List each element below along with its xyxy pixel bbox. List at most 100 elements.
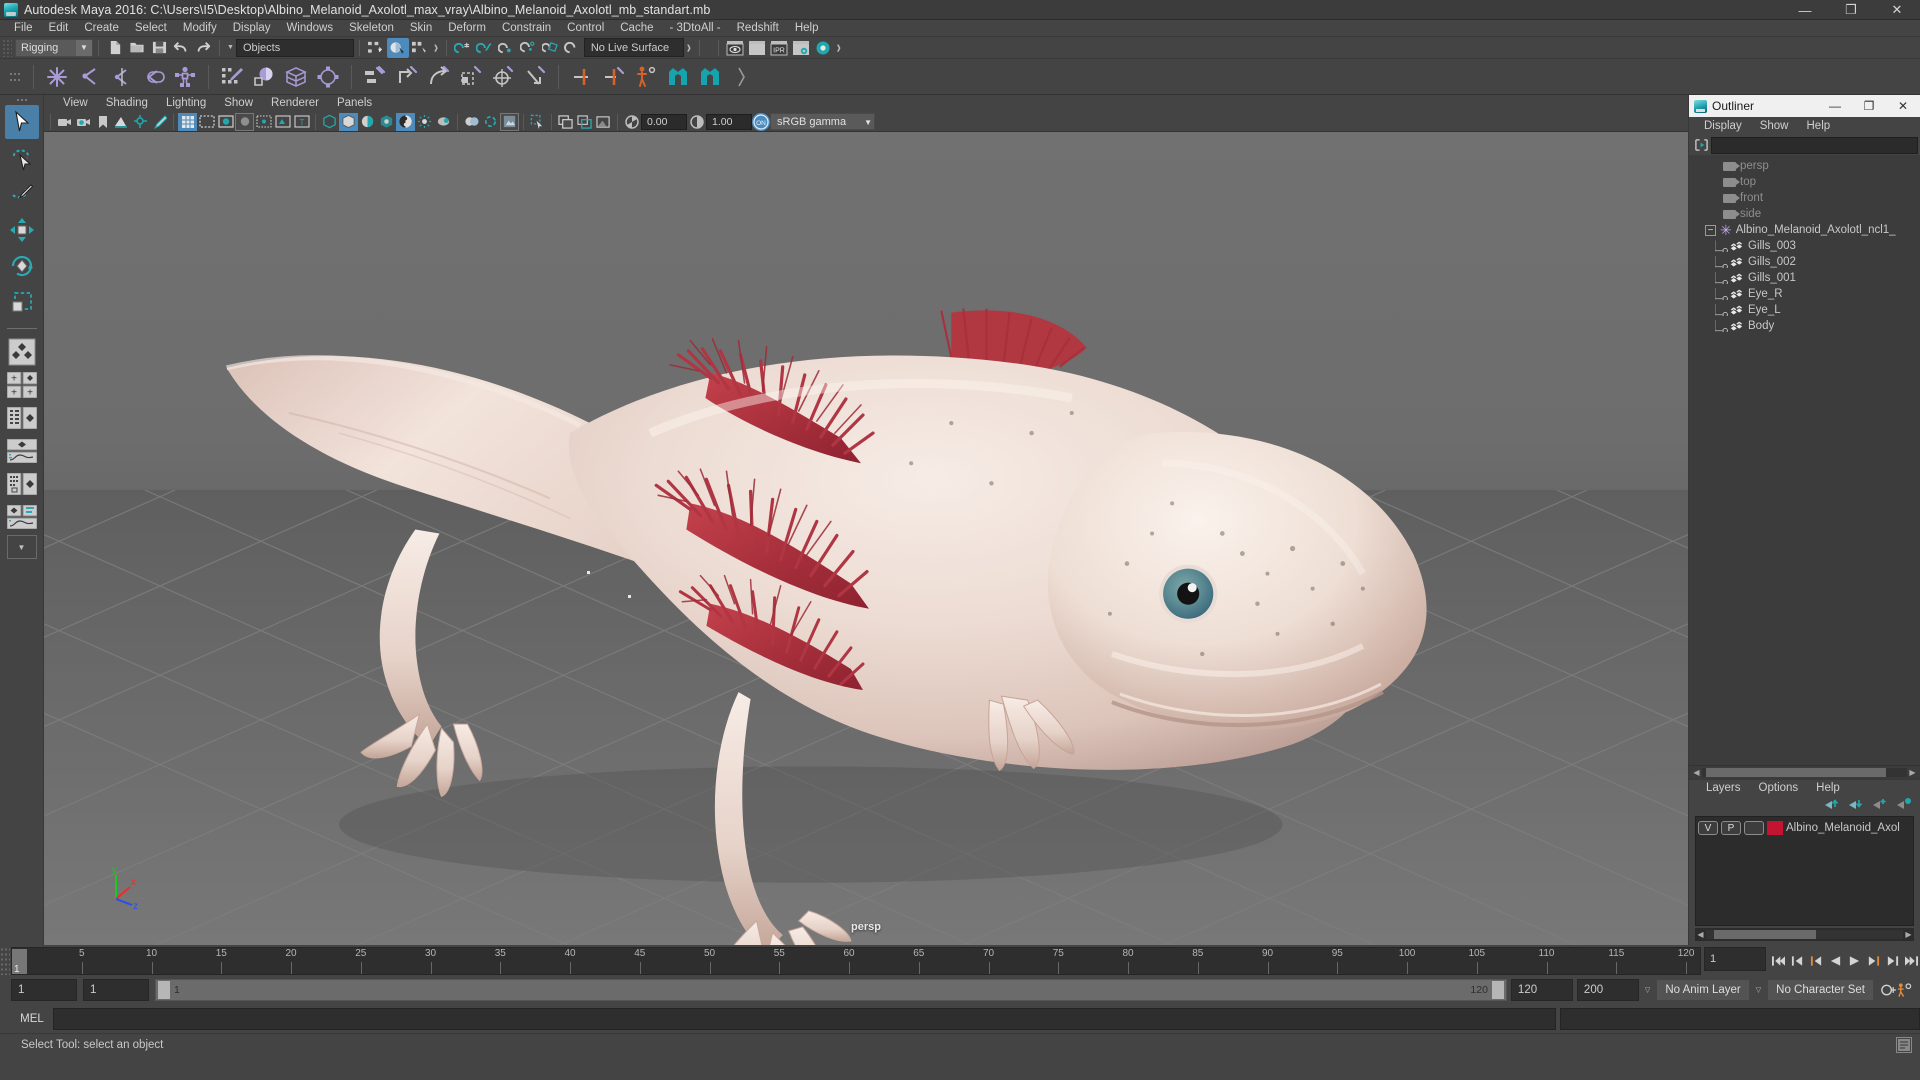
resolution-gate-icon[interactable]	[575, 113, 594, 131]
step-forward-frame-button[interactable]	[1865, 950, 1882, 972]
menu-control[interactable]: Control	[559, 20, 612, 37]
scroll-thumb[interactable]	[1706, 767, 1887, 777]
script-editor-icon[interactable]	[1896, 1036, 1912, 1053]
screen-space-ao-icon[interactable]: T	[292, 113, 311, 131]
new-scene-button[interactable]	[104, 38, 126, 58]
menuset-selector[interactable]: Rigging ▼	[15, 38, 93, 57]
panel-menu-show[interactable]: Show	[215, 95, 262, 112]
menu-file[interactable]: File	[6, 20, 41, 37]
create-joint-button[interactable]	[41, 61, 73, 93]
layer-playback-toggle[interactable]: P	[1721, 821, 1741, 835]
redshift-proxy-button[interactable]	[662, 61, 694, 93]
panel-menu-panels[interactable]: Panels	[328, 95, 381, 112]
render-current-frame-button[interactable]	[724, 38, 746, 58]
anim-layer-chevron-icon[interactable]: ▽	[1645, 986, 1650, 994]
go-to-start-button[interactable]	[1770, 950, 1787, 972]
xray-mode-icon[interactable]	[320, 113, 339, 131]
step-forward-key-button[interactable]	[1884, 950, 1901, 972]
scale-constraint-button[interactable]	[455, 61, 487, 93]
outliner-menu-show[interactable]: Show	[1751, 120, 1798, 132]
play-backwards-button[interactable]	[1827, 950, 1844, 972]
selection-mask-field[interactable]: Objects	[235, 38, 354, 57]
move-layer-up-icon[interactable]	[1824, 797, 1840, 813]
select-by-object-type-button[interactable]	[386, 37, 409, 58]
command-input[interactable]	[53, 1008, 1556, 1030]
select-by-hierarchy-button[interactable]	[365, 38, 387, 58]
isolate-select-icon[interactable]	[377, 113, 396, 131]
outliner-minimize-icon[interactable]: —	[1818, 95, 1852, 117]
light-icon[interactable]	[415, 113, 434, 131]
character-set-chevron-icon[interactable]: ▽	[1756, 986, 1761, 994]
range-slider[interactable]: 1 120	[155, 979, 1507, 1001]
render-sequence-button[interactable]	[746, 38, 768, 58]
outliner-item-gills-002[interactable]: Gills_002	[1689, 254, 1920, 270]
quick-layout-mixed[interactable]	[6, 502, 37, 532]
toolbar-grip[interactable]	[2, 38, 12, 57]
layer-row[interactable]: V P Albino_Melanoid_Axol	[1698, 820, 1911, 836]
scroll-left-icon[interactable]: ◀	[1695, 930, 1706, 939]
menu-3dtoall[interactable]: - 3DtoAll -	[662, 20, 729, 37]
animation-end-field[interactable]: 120	[1510, 979, 1573, 1001]
outliner-item-axolotl-group[interactable]: − ✳ Albino_Melanoid_Axolotl_ncl1_	[1689, 222, 1920, 238]
use-all-lights-icon[interactable]	[254, 113, 273, 131]
quick-layout-hypershade[interactable]	[6, 469, 37, 499]
minimize-icon[interactable]: —	[1782, 0, 1828, 20]
outliner-tree[interactable]: persp top front side − ✳ Albino_Melanoid…	[1689, 155, 1920, 765]
ipr-render-button[interactable]: IPR	[768, 38, 790, 58]
particle-render-icon[interactable]	[481, 113, 500, 131]
toolbox-more-button[interactable]: ▼	[6, 535, 37, 559]
point-constraint-button[interactable]	[391, 61, 423, 93]
panel-menu-renderer[interactable]: Renderer	[262, 95, 328, 112]
shadows-icon[interactable]	[273, 113, 292, 131]
pole-vector-constraint-button[interactable]	[519, 61, 551, 93]
rotate-tool[interactable]	[5, 249, 39, 283]
timeslider-grip[interactable]	[0, 947, 10, 975]
menu-windows[interactable]: Windows	[278, 20, 341, 37]
mirror-joint-button[interactable]	[566, 61, 598, 93]
open-scene-button[interactable]	[126, 38, 148, 58]
display-textures-icon[interactable]	[396, 112, 415, 131]
mirror-skin-weights-button[interactable]	[598, 61, 630, 93]
quick-rig-button[interactable]	[169, 61, 201, 93]
xray-joints-icon[interactable]	[339, 112, 358, 131]
layer-list-scrollbar[interactable]: ◀ ▶	[1695, 928, 1914, 941]
color-management-toggle-icon[interactable]: ON	[752, 112, 770, 131]
human-ik-button[interactable]	[630, 61, 662, 93]
lasso-select-tool[interactable]	[5, 141, 39, 175]
snap-to-point-button[interactable]	[496, 38, 518, 58]
outliner-item-front[interactable]: front	[1689, 190, 1920, 206]
outliner-item-gills-003[interactable]: Gills_003	[1689, 238, 1920, 254]
layers-menu-help[interactable]: Help	[1807, 782, 1849, 794]
menu-constrain[interactable]: Constrain	[494, 20, 559, 37]
auto-keyframe-toggle[interactable]	[1880, 979, 1897, 1001]
bind-skin-button[interactable]	[248, 61, 280, 93]
render-settings-button[interactable]	[790, 38, 812, 58]
scroll-right-icon[interactable]: ▶	[1907, 768, 1918, 777]
current-time-indicator[interactable]: 1	[12, 949, 27, 974]
parent-constraint-button[interactable]	[359, 61, 391, 93]
smooth-shade-selected-icon[interactable]	[216, 113, 235, 131]
playback-end-field[interactable]: 200	[1576, 979, 1639, 1001]
select-tool[interactable]	[4, 105, 39, 139]
undo-button[interactable]	[170, 38, 192, 58]
scroll-left-icon[interactable]: ◀	[1691, 768, 1702, 777]
menu-skin[interactable]: Skin	[402, 20, 440, 37]
quick-layout-split[interactable]: + + +	[6, 370, 37, 400]
menu-cache[interactable]: Cache	[612, 20, 661, 37]
outliner-menu-display[interactable]: Display	[1695, 120, 1751, 132]
color-profile-selector[interactable]: sRGB gamma ▼	[770, 113, 875, 130]
outliner-item-side[interactable]: side	[1689, 206, 1920, 222]
panel-menu-shading[interactable]: Shading	[97, 95, 157, 112]
outliner-menu-help[interactable]: Help	[1798, 120, 1840, 132]
scroll-thumb[interactable]	[1713, 930, 1817, 939]
layer-shading-toggle[interactable]	[1744, 821, 1764, 835]
character-set-selector[interactable]: No Character Set	[1767, 979, 1874, 1001]
orient-constraint-button[interactable]	[423, 61, 455, 93]
scroll-track[interactable]	[1702, 767, 1907, 777]
gamma-value-field[interactable]: 1.00	[706, 113, 752, 130]
command-language-label[interactable]: MEL	[11, 1013, 53, 1025]
outliner-item-eye-l[interactable]: Eye_L	[1689, 302, 1920, 318]
play-forwards-button[interactable]	[1846, 950, 1863, 972]
outliner-search-input[interactable]	[1711, 136, 1918, 154]
snap-to-projected-center-button[interactable]	[518, 38, 540, 58]
